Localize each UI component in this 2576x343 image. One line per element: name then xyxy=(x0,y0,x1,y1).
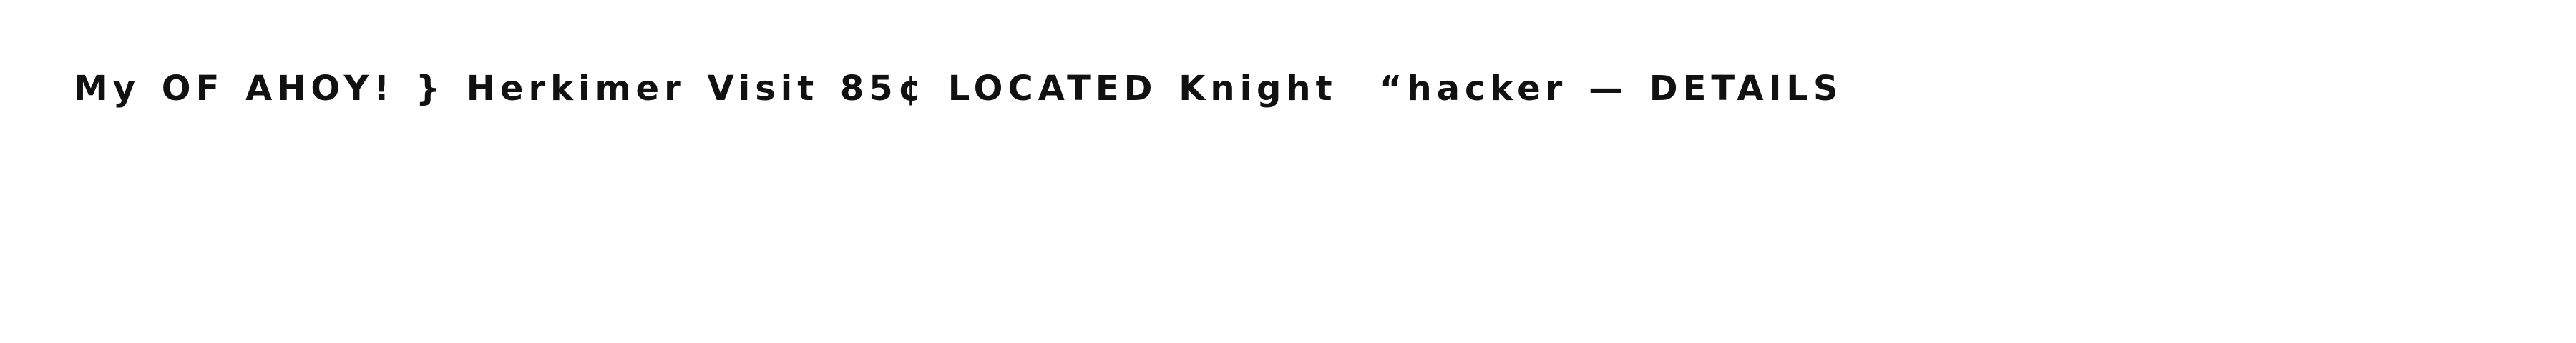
text-line: My OF AHOY! } Herkimer Visit 85¢ LOCATED… xyxy=(74,69,1843,109)
document-page: My OF AHOY! } Herkimer Visit 85¢ LOCATED… xyxy=(0,0,2576,343)
